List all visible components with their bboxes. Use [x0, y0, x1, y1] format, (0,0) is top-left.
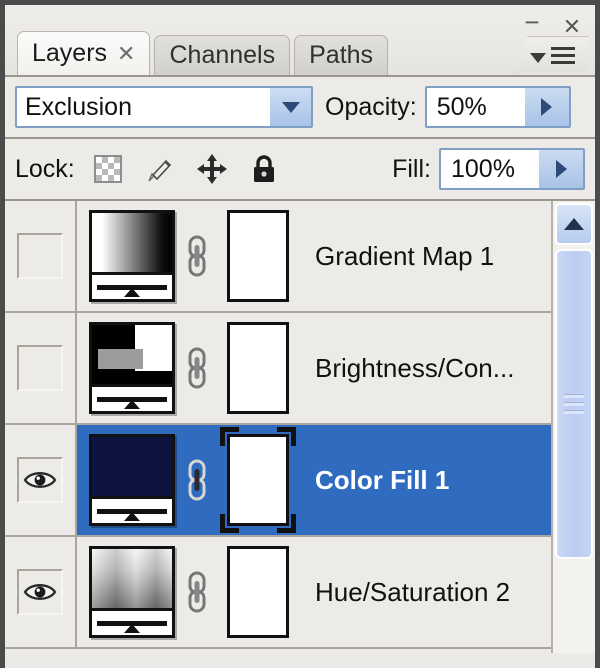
blend-mode-select[interactable]: Exclusion	[15, 86, 313, 128]
mask-selection-corner	[220, 427, 239, 446]
layer-thumbnail[interactable]	[89, 546, 175, 638]
gradient-map-thumb-icon	[92, 213, 172, 275]
fill-field[interactable]: 100%	[439, 148, 585, 190]
tab-channels-label: Channels	[169, 41, 276, 69]
lock-label: Lock:	[15, 154, 75, 183]
layer-thumbnail[interactable]	[89, 210, 175, 302]
tab-paths[interactable]: Paths	[294, 35, 389, 75]
tab-close-icon[interactable]: ✕	[117, 41, 135, 67]
link-icon[interactable]	[179, 569, 215, 615]
mask-selection-corner	[277, 514, 296, 533]
table-row[interactable]: Gradient Map 1	[5, 201, 595, 313]
lock-transparency-icon[interactable]	[91, 152, 125, 186]
table-row[interactable]: Brightness/Con...	[5, 313, 595, 425]
layer-row-body: Color Fill 1	[77, 425, 595, 535]
eye-icon	[23, 584, 57, 600]
eye-box	[17, 345, 63, 391]
layer-name: Color Fill 1	[315, 464, 450, 495]
layers-panel: − ✕ Layers ✕ Channels Paths Exclusion Op…	[0, 0, 600, 668]
lock-all-icon[interactable]	[247, 152, 281, 186]
table-row[interactable]: Hue/Saturation 2	[5, 537, 595, 649]
panel-titlebar: − ✕ Layers ✕ Channels Paths	[5, 5, 595, 77]
layer-row-body: Gradient Map 1	[77, 201, 595, 311]
link-icon[interactable]	[179, 345, 215, 391]
layer-thumbnail[interactable]	[89, 322, 175, 414]
layer-mask-thumbnail[interactable]	[227, 322, 289, 414]
chevron-down-icon[interactable]	[269, 88, 311, 126]
lock-row: Lock: Fill: 100%	[5, 139, 595, 201]
hamburger-icon	[550, 46, 575, 64]
visibility-toggle[interactable]	[5, 537, 77, 647]
mask-selection-corner	[277, 427, 296, 446]
layer-row-body: Hue/Saturation 2	[77, 537, 595, 647]
scroll-up-button[interactable]	[555, 203, 593, 245]
vertical-scrollbar[interactable]	[551, 201, 595, 653]
fill-value: 100%	[451, 154, 515, 183]
lock-icons	[91, 152, 281, 186]
thumb-slider-icon	[92, 499, 172, 523]
blend-mode-row: Exclusion Opacity: 50%	[5, 77, 595, 139]
caret-down-icon	[529, 53, 546, 63]
fill-slider-arrow-icon[interactable]	[539, 150, 583, 188]
thumb-slider-icon	[92, 387, 172, 411]
tab-paths-label: Paths	[309, 41, 374, 69]
hue-saturation-thumb-icon	[92, 549, 172, 611]
layer-mask-thumbnail[interactable]	[227, 546, 289, 638]
layer-mask-thumbnail[interactable]	[220, 427, 296, 533]
layer-thumbnail[interactable]	[89, 434, 175, 526]
brightness-contrast-thumb-icon	[92, 325, 172, 387]
tab-layers-label: Layers	[32, 39, 108, 67]
thumb-slider-icon	[92, 275, 172, 299]
layer-mask-thumbnail[interactable]	[227, 210, 289, 302]
grip-icon	[564, 394, 584, 414]
scrollbar-thumb[interactable]	[555, 249, 593, 559]
blend-mode-value: Exclusion	[25, 92, 132, 121]
layer-row-body: Brightness/Con...	[77, 313, 595, 423]
lock-image-icon[interactable]	[143, 152, 177, 186]
color-fill-thumb-icon	[92, 437, 172, 499]
opacity-field[interactable]: 50%	[424, 86, 571, 128]
opacity-label: Opacity:	[325, 92, 417, 121]
link-icon[interactable]	[179, 233, 215, 279]
fill-label: Fill:	[392, 154, 431, 183]
link-icon[interactable]	[179, 457, 215, 503]
layer-name: Gradient Map 1	[315, 240, 495, 271]
tab-channels[interactable]: Channels	[154, 35, 291, 75]
eye-box	[17, 233, 63, 279]
opacity-slider-arrow-icon[interactable]	[524, 88, 569, 126]
table-row[interactable]: Color Fill 1	[5, 425, 595, 537]
mask-selection-corner	[220, 514, 239, 533]
thumb-slider-icon	[92, 611, 172, 635]
layer-list: Gradient Map 1 Brightness/Con... Color F…	[5, 201, 595, 653]
chevron-up-icon	[564, 218, 584, 230]
eye-box	[17, 569, 63, 615]
lock-position-icon[interactable]	[195, 152, 229, 186]
visibility-toggle[interactable]	[5, 201, 77, 311]
layer-name: Brightness/Con...	[315, 352, 515, 383]
visibility-toggle[interactable]	[5, 313, 77, 423]
visibility-toggle[interactable]	[5, 425, 77, 535]
panel-tabs: Layers ✕ Channels Paths	[17, 31, 392, 75]
opacity-value: 50%	[436, 92, 487, 121]
eye-icon	[23, 472, 57, 488]
eye-box	[17, 457, 63, 503]
tab-layers[interactable]: Layers ✕	[17, 31, 151, 75]
layer-name: Hue/Saturation 2	[315, 576, 511, 607]
